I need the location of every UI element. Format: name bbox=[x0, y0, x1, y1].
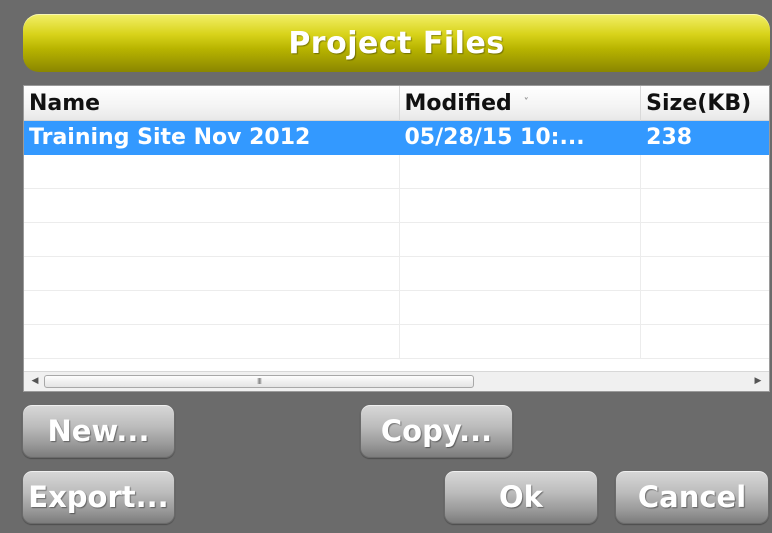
cancel-button[interactable]: Cancel bbox=[615, 470, 769, 524]
scroll-right-arrow-icon[interactable]: ▶ bbox=[749, 372, 767, 391]
column-header-modified[interactable]: Modified ˅ bbox=[400, 86, 642, 121]
empty-row bbox=[24, 223, 769, 257]
cell-name: Training Site Nov 2012 bbox=[24, 121, 400, 155]
table-header: Name Modified ˅ Size(KB) bbox=[24, 86, 769, 121]
column-header-modified-label: Modified bbox=[404, 90, 512, 116]
table-row[interactable]: Training Site Nov 2012 05/28/15 10:... 2… bbox=[24, 121, 769, 155]
scrollbar-grip-icon: III bbox=[256, 377, 262, 386]
column-header-name-label: Name bbox=[29, 90, 101, 116]
column-header-name[interactable]: Name bbox=[24, 86, 400, 121]
empty-row bbox=[24, 189, 769, 223]
project-files-dialog: Project Files Name Modified ˅ Size(KB) T… bbox=[0, 0, 772, 533]
export-button[interactable]: Export... bbox=[22, 470, 175, 524]
column-header-size-label: Size(KB) bbox=[646, 90, 752, 116]
empty-row bbox=[24, 155, 769, 189]
scrollbar-thumb[interactable]: III bbox=[44, 375, 474, 388]
copy-button[interactable]: Copy... bbox=[360, 404, 513, 458]
sort-descending-icon: ˅ bbox=[523, 96, 529, 108]
empty-row bbox=[24, 257, 769, 291]
horizontal-scrollbar[interactable]: ◀ III ▶ bbox=[24, 371, 769, 391]
files-table[interactable]: Name Modified ˅ Size(KB) Training Site N… bbox=[23, 85, 770, 392]
empty-row bbox=[24, 291, 769, 325]
title-bar: Project Files bbox=[23, 14, 770, 72]
ok-button[interactable]: Ok bbox=[444, 470, 598, 524]
table-body: Training Site Nov 2012 05/28/15 10:... 2… bbox=[24, 121, 769, 359]
cell-size: 238 bbox=[641, 121, 769, 155]
new-button[interactable]: New... bbox=[22, 404, 175, 458]
empty-row bbox=[24, 325, 769, 359]
scroll-left-arrow-icon[interactable]: ◀ bbox=[26, 372, 44, 391]
dialog-title: Project Files bbox=[288, 25, 505, 61]
column-header-size[interactable]: Size(KB) bbox=[641, 86, 769, 121]
cell-modified: 05/28/15 10:... bbox=[399, 121, 642, 155]
